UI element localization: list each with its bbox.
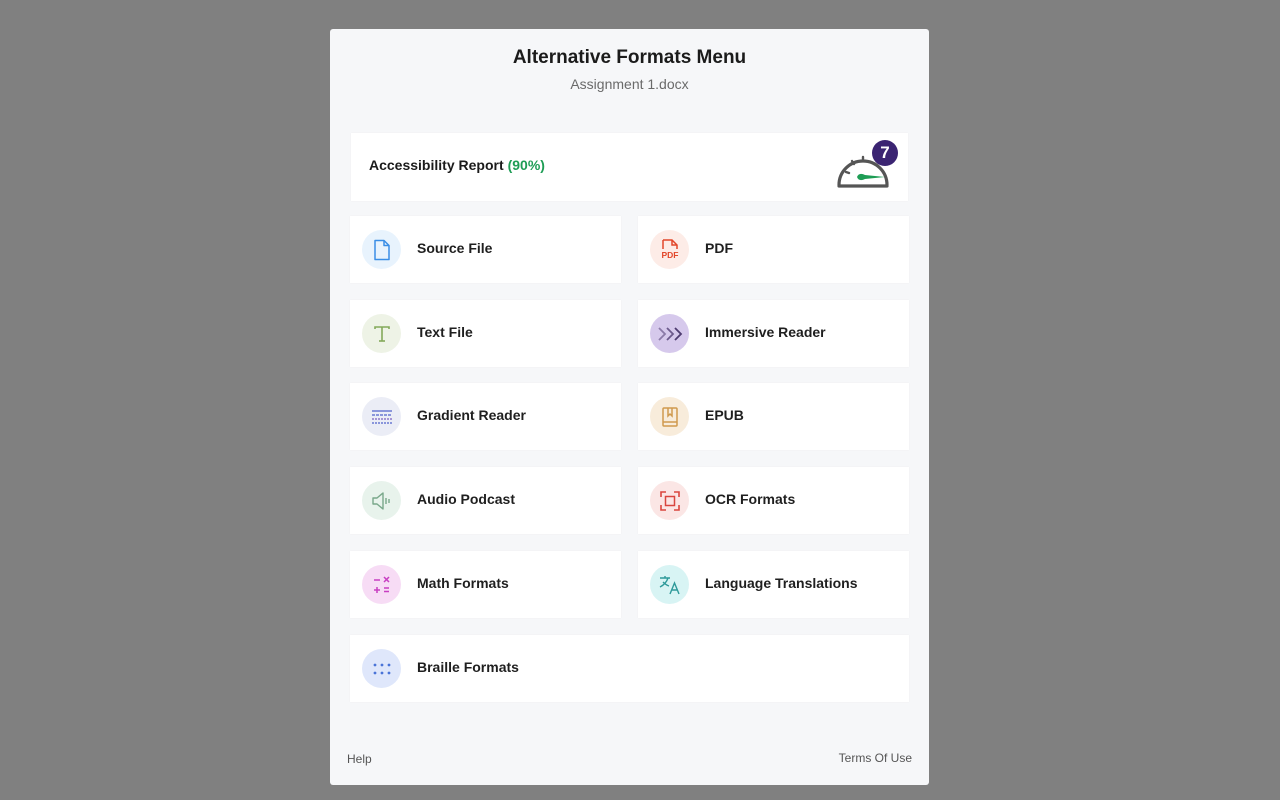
- accessibility-score: (90%): [507, 157, 545, 173]
- format-card-epub[interactable]: EPUB: [638, 383, 909, 450]
- translate-icon: [650, 565, 689, 604]
- format-card-audio-podcast[interactable]: Audio Podcast: [350, 467, 621, 534]
- braille-dots-icon: [362, 649, 401, 688]
- dialog-title: Alternative Formats Menu: [512, 47, 747, 68]
- format-label: Math Formats: [417, 575, 509, 591]
- terms-of-use-link[interactable]: Terms Of Use: [839, 751, 912, 765]
- text-t-icon: [362, 314, 401, 353]
- file-name: Assignment 1.docx: [570, 76, 689, 92]
- pdf-icon: PDF: [650, 230, 689, 269]
- format-label: Language Translations: [705, 575, 858, 591]
- speaker-icon: [362, 481, 401, 520]
- math-operators-icon: [362, 565, 401, 604]
- format-label: Source File: [417, 240, 493, 256]
- format-label: PDF: [705, 240, 733, 256]
- format-card-ocr-formats[interactable]: OCR Formats: [638, 467, 909, 534]
- issue-count-badge: 7: [872, 140, 898, 166]
- accessibility-report-label: Accessibility Report (90%): [369, 157, 545, 173]
- format-label: Audio Podcast: [417, 491, 516, 507]
- format-label: Gradient Reader: [417, 407, 526, 423]
- accessibility-report-title: Accessibility Report: [369, 157, 504, 173]
- format-card-math-formats[interactable]: Math Formats: [350, 551, 621, 618]
- format-card-immersive-reader[interactable]: Immersive Reader: [638, 300, 909, 367]
- format-card-source-file[interactable]: Source File: [350, 216, 621, 283]
- gradient-lines-icon: [362, 397, 401, 436]
- format-label: Immersive Reader: [705, 324, 826, 340]
- format-label: Braille Formats: [417, 659, 519, 675]
- svg-text:PDF: PDF: [661, 250, 678, 260]
- format-label: OCR Formats: [705, 491, 796, 507]
- alternative-formats-dialog: Alternative Formats Menu Assignment 1.do…: [330, 29, 929, 785]
- format-card-text-file[interactable]: Text File: [350, 300, 621, 367]
- format-card-pdf[interactable]: PDF PDF: [638, 216, 909, 283]
- format-card-gradient-reader[interactable]: Gradient Reader: [350, 383, 621, 450]
- book-icon: [650, 397, 689, 436]
- format-card-braille-formats[interactable]: Braille Formats: [350, 635, 909, 702]
- chevrons-right-icon: [650, 314, 689, 353]
- scan-frame-icon: [650, 481, 689, 520]
- format-label: EPUB: [705, 407, 744, 423]
- gauge-needle: [857, 173, 885, 181]
- accessibility-report-button[interactable]: Accessibility Report (90%) 7: [351, 133, 908, 201]
- format-label: Text File: [417, 324, 473, 340]
- help-link[interactable]: Help: [347, 752, 372, 766]
- file-icon: [362, 230, 401, 269]
- format-card-language-translations[interactable]: Language Translations: [638, 551, 909, 618]
